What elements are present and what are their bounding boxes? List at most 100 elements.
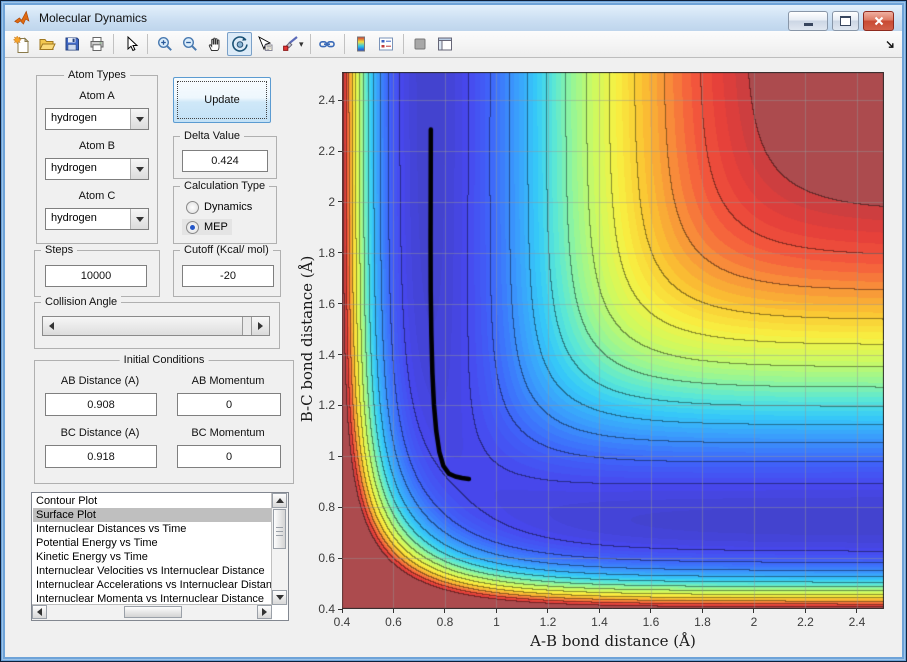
new-file-button[interactable] — [9, 32, 34, 56]
atom-c-dropdown[interactable]: hydrogen — [45, 208, 149, 230]
matlab-app-icon — [13, 9, 31, 27]
atom-a-label: Atom A — [79, 90, 115, 102]
toolbar-overflow-button[interactable] — [885, 37, 896, 55]
atom-types-group: Atom Types Atom A hydrogen Atom B hydrog… — [36, 69, 158, 244]
list-item[interactable]: Kinetic Energy vs Time — [33, 550, 272, 564]
collision-angle-slider[interactable] — [42, 316, 270, 336]
y-tick-mark — [338, 99, 342, 101]
y-tick-label: 2.4 — [318, 93, 335, 108]
brush-icon — [282, 36, 298, 51]
dropdown-arrow-icon[interactable] — [130, 209, 148, 229]
x-tick-mark — [804, 609, 806, 613]
open-file-button[interactable] — [34, 32, 59, 56]
y-tick-mark — [338, 201, 342, 203]
delta-value-field[interactable]: 0.424 — [182, 150, 268, 172]
title-bar[interactable]: Molecular Dynamics — [5, 5, 902, 31]
app-window: Molecular Dynamics ▾ Atom Types Atom A h… — [0, 0, 907, 662]
cursor-button[interactable] — [118, 32, 143, 56]
ab-momentum-field[interactable]: 0 — [177, 393, 281, 416]
bc-distance-field[interactable]: 0.918 — [45, 445, 157, 468]
delta-value-group: Delta Value 0.424 — [173, 130, 277, 179]
plot-type-listbox[interactable]: Contour Plot Surface Plot Internuclear Dis… — [31, 492, 289, 621]
legend-icon — [379, 37, 394, 51]
y-tick-label: 0.6 — [318, 551, 335, 566]
cutoff-title: Cutoff (Kcal/ mol) — [180, 244, 273, 256]
scroll-up-button[interactable] — [272, 493, 287, 508]
vertical-scroll-thumb[interactable] — [273, 509, 286, 549]
show-plot-tools-button[interactable] — [433, 32, 458, 56]
y-tick-mark — [338, 252, 342, 254]
dropdown-arrow-icon[interactable] — [130, 159, 148, 179]
x-tick-mark — [444, 609, 446, 613]
list-item[interactable]: Internuclear Velocities vs Internuclear … — [33, 564, 272, 578]
scroll-down-button[interactable] — [272, 590, 287, 605]
close-button[interactable] — [863, 11, 894, 31]
hide-plot-tools-button[interactable] — [408, 32, 433, 56]
vertical-scrollbar[interactable] — [271, 493, 288, 605]
mep-radio[interactable]: MEP — [182, 219, 232, 235]
list-item[interactable]: Surface Plot — [33, 508, 272, 522]
insert-legend-button[interactable] — [374, 32, 399, 56]
list-item[interactable]: Internuclear Distances vs Time — [33, 522, 272, 536]
collision-angle-group: Collision Angle — [34, 296, 280, 349]
y-tick-label: 0.8 — [318, 500, 335, 515]
dynamics-radio[interactable]: Dynamics — [182, 199, 256, 215]
link-plots-button[interactable] — [315, 32, 340, 56]
x-tick-label: 1.8 — [694, 615, 711, 629]
slider-left-arrow[interactable] — [43, 317, 61, 335]
toolbar-separator — [147, 34, 148, 54]
minimize-button[interactable] — [788, 11, 828, 31]
cutoff-field[interactable]: -20 — [182, 265, 274, 287]
potential-energy-surface-plot[interactable] — [342, 72, 884, 609]
atom-b-dropdown[interactable]: hydrogen — [45, 158, 149, 180]
window-title: Molecular Dynamics — [39, 11, 148, 25]
atom-b-value: hydrogen — [51, 162, 97, 174]
initial-conditions-group: Initial Conditions AB Distance (A) 0.908… — [34, 354, 294, 484]
delta-value-title: Delta Value — [180, 130, 245, 142]
slider-thumb[interactable] — [60, 317, 243, 335]
steps-field[interactable]: 10000 — [45, 265, 147, 287]
ab-distance-field[interactable]: 0.908 — [45, 393, 157, 416]
atom-a-dropdown[interactable]: hydrogen — [45, 108, 149, 130]
save-button[interactable] — [59, 32, 84, 56]
toolbar-separator — [402, 34, 404, 54]
horizontal-scrollbar[interactable] — [32, 604, 272, 620]
zoom-out-icon — [182, 36, 197, 51]
zoom-in-button[interactable] — [152, 32, 177, 56]
rotate-3d-button[interactable] — [227, 32, 252, 56]
toolbar-separator — [113, 34, 114, 54]
colorbar-icon — [357, 36, 366, 52]
pan-hand-icon — [208, 37, 219, 51]
horizontal-scroll-thumb[interactable] — [124, 606, 182, 618]
bc-momentum-field[interactable]: 0 — [177, 445, 281, 468]
zoom-out-button[interactable] — [177, 32, 202, 56]
insert-colorbar-button[interactable] — [349, 32, 374, 56]
ab-momentum-label: AB Momentum — [191, 375, 265, 387]
slider-right-arrow[interactable] — [251, 317, 269, 335]
data-cursor-button[interactable] — [252, 32, 277, 56]
list-item[interactable]: Internuclear Accelerations vs Internucle… — [33, 578, 272, 592]
list-item[interactable]: Potential Energy vs Time — [33, 536, 272, 550]
x-tick-label: 2.4 — [848, 615, 866, 629]
maximize-button[interactable] — [832, 11, 859, 31]
ab-distance-label: AB Distance (A) — [60, 375, 140, 387]
list-item[interactable]: Contour Plot — [33, 494, 272, 508]
scroll-left-button[interactable] — [32, 605, 47, 619]
dropdown-arrow-icon[interactable] — [130, 109, 148, 129]
brush-dropdown-caret[interactable]: ▾ — [299, 39, 304, 50]
scroll-right-button[interactable] — [257, 605, 272, 619]
x-tick-mark — [392, 609, 394, 613]
y-tick-mark — [338, 404, 342, 406]
pan-button[interactable] — [202, 32, 227, 56]
x-tick-label: 1.4 — [591, 615, 608, 629]
print-button[interactable] — [84, 32, 109, 56]
x-axis-label: A-B bond distance (Å) — [530, 632, 696, 650]
atom-b-label: Atom B — [78, 140, 116, 152]
list-item[interactable]: Internuclear Momenta vs Internuclear Dis… — [33, 592, 272, 604]
atom-c-label: Atom C — [78, 190, 116, 202]
update-button[interactable]: Update — [173, 77, 271, 123]
y-tick-mark — [338, 455, 342, 457]
steps-group: Steps 10000 — [34, 244, 160, 297]
x-tick-mark — [547, 609, 549, 613]
plot-type-list: Contour Plot Surface Plot Internuclear Dis… — [33, 494, 272, 604]
